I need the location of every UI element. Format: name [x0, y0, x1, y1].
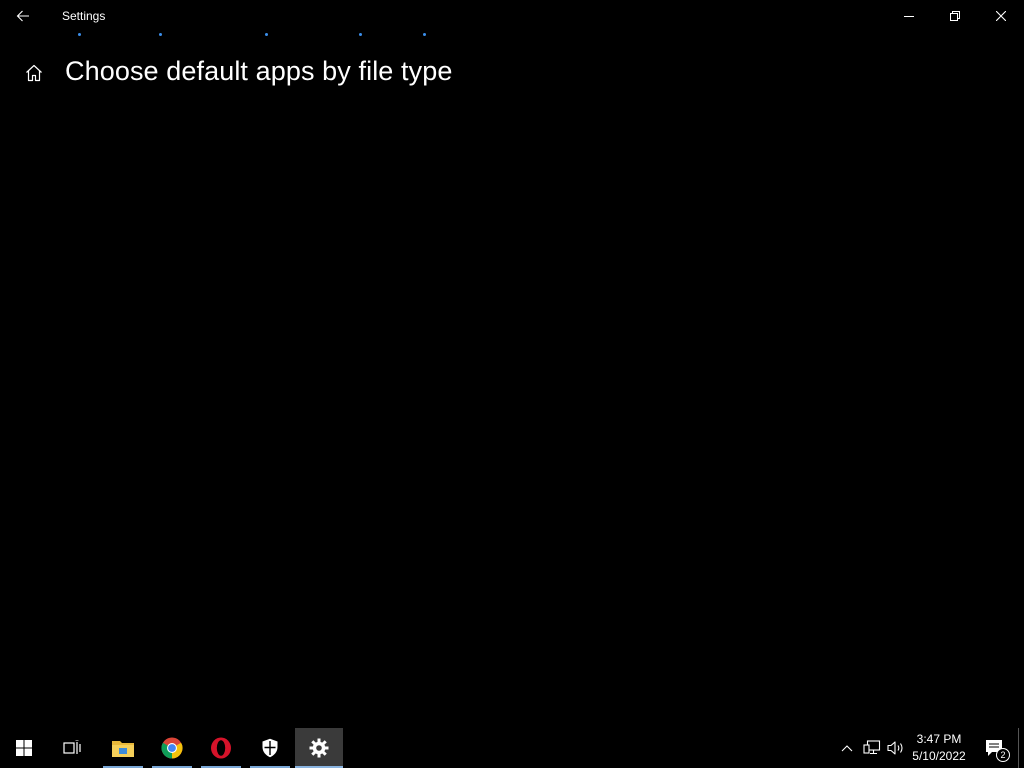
- network-icon: [863, 740, 881, 755]
- network-button[interactable]: [860, 728, 884, 768]
- task-view-icon: [63, 740, 81, 754]
- notification-count-badge: 2: [996, 748, 1010, 762]
- progress-dot: [423, 33, 426, 36]
- taskbar-app-windows-security[interactable]: [246, 728, 294, 768]
- gear-icon: [309, 738, 329, 758]
- home-icon: [26, 64, 42, 82]
- opera-icon: [211, 737, 231, 759]
- minimize-icon: [904, 16, 914, 17]
- title-bar: Settings: [0, 0, 1024, 32]
- taskbar: 3:47 PM 5/10/2022 2: [0, 728, 1024, 768]
- volume-button[interactable]: [884, 728, 908, 768]
- shield-icon: [262, 738, 278, 758]
- task-view-button[interactable]: [48, 728, 96, 768]
- back-button[interactable]: [0, 0, 46, 32]
- windows-start-icon: [16, 740, 32, 756]
- back-arrow-icon: [16, 10, 29, 22]
- progress-dot: [265, 33, 268, 36]
- minimize-button[interactable]: [886, 0, 932, 32]
- clock-date: 5/10/2022: [912, 749, 966, 763]
- chrome-icon: [161, 737, 183, 759]
- progress-dot: [359, 33, 362, 36]
- window-title: Settings: [62, 9, 106, 23]
- close-button[interactable]: [978, 0, 1024, 32]
- progress-dot: [159, 33, 162, 36]
- page-title: Choose default apps by file type: [65, 56, 453, 86]
- home-button[interactable]: [17, 56, 51, 90]
- taskbar-app-chrome[interactable]: [148, 728, 196, 768]
- close-icon: [996, 11, 1006, 21]
- file-explorer-icon: [112, 741, 134, 757]
- show-desktop-button[interactable]: [1018, 728, 1024, 768]
- restore-icon: [950, 11, 960, 21]
- clock[interactable]: 3:47 PM 5/10/2022: [908, 728, 970, 768]
- taskbar-app-file-explorer[interactable]: [99, 728, 147, 768]
- clock-time: 3:47 PM: [916, 732, 962, 746]
- action-center-button[interactable]: 2: [974, 728, 1014, 768]
- show-hidden-icons-button[interactable]: [836, 728, 858, 768]
- progress-dot: [78, 33, 81, 36]
- volume-icon: [887, 741, 903, 755]
- taskbar-app-settings[interactable]: [295, 728, 343, 768]
- chevron-up-icon: [841, 745, 853, 752]
- taskbar-app-opera[interactable]: [197, 728, 245, 768]
- restore-button[interactable]: [932, 0, 978, 32]
- start-button[interactable]: [0, 728, 48, 768]
